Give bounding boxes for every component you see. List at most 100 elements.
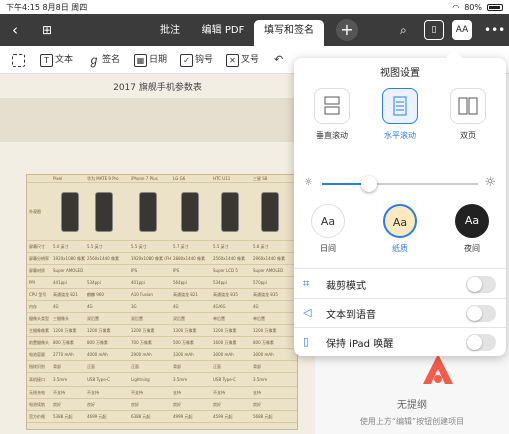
more-icon[interactable]: •••: [484, 14, 505, 46]
theme-label: 日间: [320, 244, 336, 253]
add-button[interactable]: +: [336, 19, 358, 41]
table-cell: 500 万像素: [173, 340, 194, 345]
cross-tool-label: 叉号: [241, 55, 260, 65]
table-cell: 单后置: [253, 316, 265, 321]
phone-image: [61, 192, 79, 232]
tab-fill-sign[interactable]: 填写和签名: [254, 20, 324, 46]
table-cell: 1920x1080 像素: [53, 256, 85, 261]
text-tool[interactable]: T 文本: [40, 52, 73, 68]
table-cell: 5.5 英寸: [131, 244, 147, 249]
table-cell: 5.5 英寸: [87, 244, 103, 249]
table-cell: 屏幕材质: [29, 268, 45, 273]
tab-annotate[interactable]: 批注: [150, 20, 190, 46]
table-cell: 单后置: [213, 316, 225, 321]
phone-image: [181, 192, 199, 232]
table-cell: 4G: [53, 304, 59, 309]
table-row: 电池容量 2770 mAh 4000 mAh 2900 mAh 3300 mAh 3000…: [27, 349, 297, 361]
view-settings-button[interactable]: AA: [452, 20, 472, 40]
table-cell: 前置摄像头: [29, 340, 49, 345]
wifi-icon: ◠: [452, 2, 460, 12]
crop-mode-toggle[interactable]: [466, 276, 496, 293]
cross-tool[interactable]: ✕ 叉号: [226, 52, 259, 68]
table-cell: 主摄像像素: [29, 328, 49, 333]
undo-button[interactable]: ↶: [274, 52, 283, 68]
table-cell: 1300 万像素: [173, 328, 197, 333]
check-tool[interactable]: ✓ 钩号: [180, 52, 213, 68]
phone-image: [139, 192, 157, 232]
table-cell: 耳机接口: [29, 377, 45, 382]
document-page[interactable]: 2017 旗舰手机参数表 Pixel 华为 MATE 9 Pro iPhone 7 …: [0, 74, 315, 434]
option-keep-awake[interactable]: ▯ 保持 iPad 唤醒: [294, 329, 506, 355]
option-text-to-speech[interactable]: ◁ 文本到语音: [294, 300, 506, 326]
back-icon[interactable]: ‹: [12, 14, 18, 46]
brightness-knob[interactable]: [360, 176, 377, 192]
table-cell: 良好: [87, 402, 95, 407]
table-cell: 5.8 英寸: [253, 244, 269, 249]
theme-paper[interactable]: Aa 纸质: [380, 204, 420, 254]
table-cell: 6388 元起: [131, 414, 151, 419]
table-cell: 5388 元起: [53, 414, 73, 419]
table-cell: 800 万像素: [253, 340, 274, 345]
table-cell: 1920x1080 像素 (FHD): [131, 256, 171, 261]
table-cell: 4699 元起: [87, 414, 107, 419]
table-cell: 良好: [53, 402, 61, 407]
table-cell: 800 万像素: [53, 340, 74, 345]
table-cell: IPS: [131, 268, 138, 273]
text-to-speech-toggle[interactable]: [466, 305, 496, 322]
table-cell: 3.5mm: [53, 377, 68, 382]
table-cell: 双后置: [173, 316, 185, 321]
table-cell: 570ppi: [253, 280, 267, 285]
table-cell: HTC U11: [213, 176, 231, 181]
table-row: 官方价格 5388 元起 4699 元起 6388 元起 4999 元起 4599 元起 5…: [27, 411, 297, 423]
brightness-slider[interactable]: ☼ ☼: [302, 175, 498, 192]
table-cell: 1200 万像素: [87, 328, 111, 333]
table-row: 无线充电 不支持 不支持 不支持 支持 不支持 支持: [27, 387, 297, 399]
phone-image: [221, 192, 239, 232]
table-cell: 564ppi: [173, 280, 187, 285]
document-header-band: [0, 98, 315, 142]
speaker-icon: ◁: [303, 306, 312, 319]
table-cell: 不支持: [53, 390, 65, 395]
tab-edit-pdf[interactable]: 编辑 PDF: [196, 20, 250, 46]
keep-awake-toggle[interactable]: [466, 334, 496, 351]
table-cell: 高通骁龙 821: [53, 292, 78, 297]
theme-night[interactable]: Aa 夜间: [452, 204, 492, 254]
status-date: 8月8日 周四: [42, 2, 88, 12]
mode-two-page[interactable]: 双页: [444, 88, 492, 141]
theme-swatch: Aa: [455, 204, 489, 238]
table-cell: 电池容量: [29, 352, 45, 357]
table-cell: A10 Fusion: [131, 292, 153, 297]
theme-day[interactable]: Aa 日间: [308, 204, 348, 254]
text-tool-label: 文本: [55, 55, 74, 65]
mode-vertical-scroll[interactable]: 垂直滚动: [308, 88, 356, 141]
battery-percent: 80%: [464, 2, 482, 12]
reading-mode-button[interactable]: ▯: [424, 20, 444, 40]
table-row: 摄像头类型 三摄像头 双后置 双后置 双后置 单后置 单后置: [27, 313, 297, 325]
select-tool[interactable]: [12, 52, 25, 68]
table-cell: 800 万像素: [87, 340, 108, 345]
table-cell: 背部: [173, 364, 181, 369]
pdf-expert-logo-icon: [423, 354, 453, 384]
theme-label: 纸质: [392, 244, 408, 253]
table-cell: 高通骁龙 835: [213, 292, 238, 297]
brightness-low-icon: ☼: [304, 177, 313, 188]
table-cell: 双后置: [87, 316, 99, 321]
spec-table: Pixel 华为 MATE 9 Pro iPhone 7 Plus LG G6 HTC …: [26, 174, 298, 430]
table-row: 屏幕材质 Super AMOLED IPS IPS Super LCD 5 Super A…: [27, 265, 297, 277]
table-row: 耳机接口 3.5mm USB Type-C Lightning 3.5mm USB Typ…: [27, 373, 297, 387]
table-cell: 3000 mAh: [213, 352, 234, 357]
table-cell: 3.5mm: [173, 377, 188, 382]
date-tool[interactable]: ▦ 日期: [134, 52, 167, 68]
table-cell: 4599 元起: [213, 414, 233, 419]
option-crop-mode[interactable]: ⌗ 裁剪模式: [294, 271, 506, 297]
status-time-date: 下午4:15 8月8日 周四: [6, 2, 87, 13]
table-cell: 2560x1440 像素: [87, 256, 119, 261]
table-cell: 高通骁龙 835: [253, 292, 278, 297]
grid-icon[interactable]: ⊞: [42, 14, 52, 46]
search-icon[interactable]: ⌕: [400, 14, 407, 46]
sign-tool[interactable]: ℊ 签名: [88, 52, 120, 68]
checkmark-icon: ✓: [180, 53, 193, 67]
mode-horizontal-scroll[interactable]: 水平滚动: [376, 88, 424, 141]
table-cell: 4000 mAh: [87, 352, 108, 357]
date-tool-label: 日期: [149, 55, 168, 65]
